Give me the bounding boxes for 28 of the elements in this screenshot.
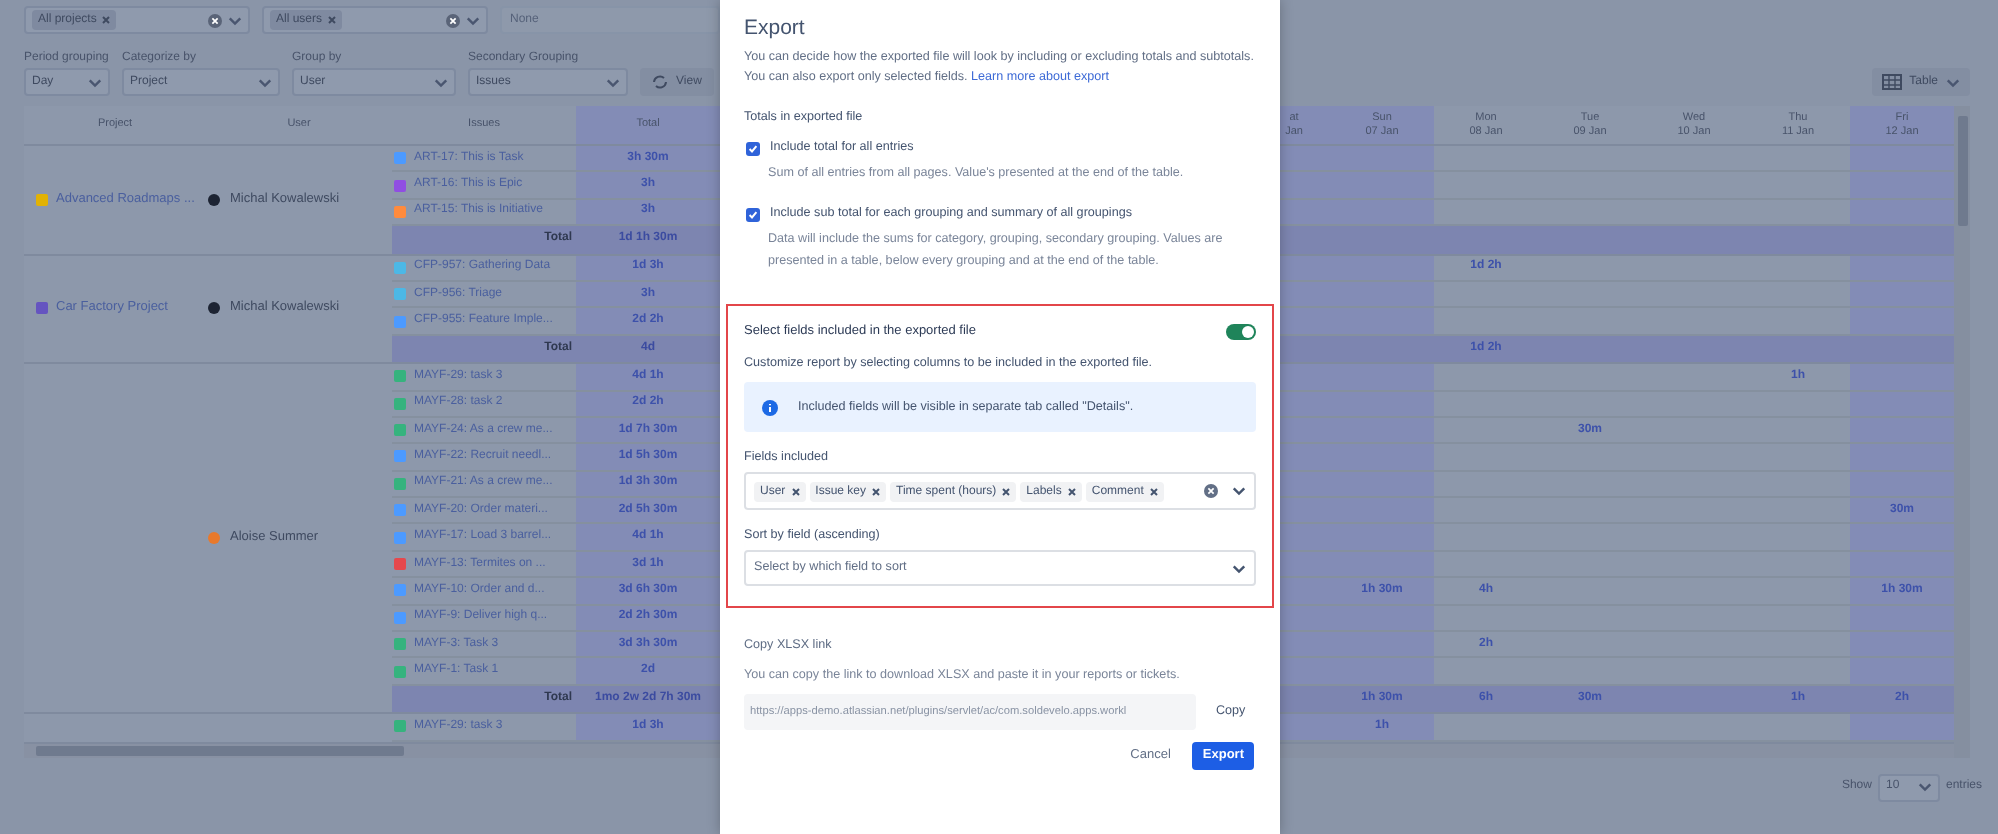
remove-icon[interactable] xyxy=(791,487,800,495)
clear-icon[interactable] xyxy=(208,13,222,27)
chevron-down-icon xyxy=(466,15,480,25)
clear-icon[interactable] xyxy=(1204,484,1218,498)
table-icon xyxy=(1881,74,1902,90)
table-cell xyxy=(1330,146,1434,171)
chevron-down-icon xyxy=(606,77,620,87)
chevron-down-icon xyxy=(1917,782,1932,793)
checkbox[interactable] xyxy=(746,207,760,221)
chevron-down-icon xyxy=(228,15,242,25)
refresh-icon xyxy=(652,74,668,90)
horizontal-scrollbar[interactable] xyxy=(36,745,404,756)
info-icon xyxy=(762,399,778,415)
remove-icon[interactable] xyxy=(872,487,881,495)
remove-icon[interactable] xyxy=(1002,487,1011,495)
vertical-scrollbar[interactable] xyxy=(1954,106,1970,758)
remove-icon[interactable] xyxy=(1149,487,1158,495)
clear-icon[interactable] xyxy=(446,13,460,27)
chevron-down-icon xyxy=(258,77,272,87)
checkbox[interactable] xyxy=(746,141,760,155)
chevron-down-icon xyxy=(1232,563,1246,573)
chevron-down-icon xyxy=(434,77,448,87)
chevron-down-icon xyxy=(1946,77,1960,87)
chevron-down-icon xyxy=(88,77,102,87)
chevron-down-icon xyxy=(1232,486,1246,496)
remove-icon[interactable] xyxy=(1067,487,1076,495)
dialog-title: Export xyxy=(744,14,807,42)
toggle-switch[interactable] xyxy=(1226,324,1256,340)
